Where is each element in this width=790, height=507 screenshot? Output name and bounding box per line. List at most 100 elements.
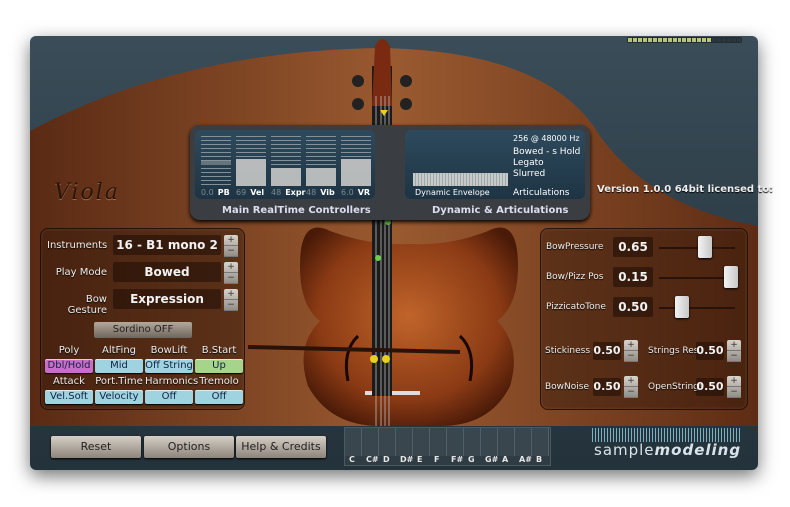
display-frame: 0.0 PB 69 Vel 48 Expr 48 Vib 6.0 VR Dynamic Envel…: [190, 125, 590, 220]
toggle-label: Port.Time: [95, 376, 143, 387]
minus-icon[interactable]: −: [624, 387, 638, 398]
note-label: G: [468, 455, 475, 464]
cpu-meter-segment: [667, 38, 672, 42]
cpu-meter-segment: [692, 38, 697, 42]
meter-fill: [236, 158, 266, 186]
stepper-value: 0.50: [696, 342, 724, 360]
minus-icon[interactable]: −: [224, 246, 238, 257]
left-controls-panel: Instruments 16 - B1 mono 2 + − Play Mode Bowe…: [40, 228, 245, 410]
note-label: B: [536, 455, 543, 464]
instrument-title: Viola: [54, 180, 120, 205]
help-credits-button[interactable]: Help & Credits: [236, 436, 326, 458]
cpu-meter-segment: [677, 38, 682, 42]
keyswitch-key[interactable]: [515, 428, 532, 456]
note-label: E: [417, 455, 423, 464]
meter-fill: [271, 167, 301, 186]
meter-value: 69: [236, 188, 247, 197]
cpu-meter-segment: [702, 38, 707, 42]
minus-icon[interactable]: −: [727, 351, 741, 362]
playmode-stepper[interactable]: + −: [224, 262, 238, 284]
toggle-poly[interactable]: Dbl/Hold: [45, 359, 93, 373]
stepper-label: BowNoise: [545, 382, 590, 392]
minus-icon[interactable]: −: [727, 387, 741, 398]
sordino-button[interactable]: Sordino OFF: [94, 322, 192, 338]
keyswitch-key[interactable]: [481, 428, 498, 456]
cpu-meter-segment: [642, 38, 647, 42]
right-controls-panel: BowPressure 0.65 Bow/Pizz Pos 0.15 Pizzicato…: [540, 228, 748, 410]
dynamic-envelope-label: Dynamic Envelope: [415, 188, 490, 197]
stepper-bownoise[interactable]: + −: [624, 376, 638, 398]
meter-fill: [306, 167, 336, 186]
bowgesture-stepper[interactable]: + −: [224, 289, 238, 311]
toggle-bstart[interactable]: Up: [195, 359, 243, 373]
instruments-stepper[interactable]: + −: [224, 235, 238, 257]
toggle-label: Poly: [58, 345, 80, 356]
keyswitch-key[interactable]: [464, 428, 481, 456]
cpu-meter-segment: [717, 38, 722, 42]
plus-icon[interactable]: +: [224, 289, 238, 300]
meter-value: 48: [306, 188, 317, 197]
keyswitch-key[interactable]: [396, 428, 413, 456]
playmode-value: Bowed: [113, 262, 221, 282]
minus-icon[interactable]: −: [624, 351, 638, 362]
meter-label: 48 Expr: [271, 188, 305, 197]
toggle-tremolo[interactable]: Off: [195, 390, 243, 404]
minus-icon[interactable]: −: [224, 273, 238, 284]
articulation-item: Legato: [513, 158, 544, 168]
plus-icon[interactable]: +: [624, 376, 638, 387]
meter-label: 69 Vel: [236, 188, 264, 197]
cpu-meter-segment: [736, 38, 741, 42]
meter-value: 0.0: [201, 188, 214, 197]
meter-vib: [306, 136, 336, 186]
stepper-value: 0.50: [593, 342, 621, 360]
logo-text-sample: sample: [594, 441, 655, 459]
slider-label: Bow/Pizz Pos: [546, 272, 604, 282]
slider-track[interactable]: [659, 307, 735, 309]
stepper-value: 0.50: [696, 378, 724, 396]
slider-knob[interactable]: [724, 266, 739, 288]
toggle-harmonics[interactable]: Off: [145, 390, 193, 404]
plus-icon[interactable]: +: [224, 235, 238, 246]
slider-label: PizzicatoTone: [546, 302, 606, 312]
toggle-porttime[interactable]: Velocity: [95, 390, 143, 404]
note-label: F#: [451, 455, 464, 464]
toggle-attack[interactable]: Vel.Soft: [45, 390, 93, 404]
meter-vel: [236, 136, 266, 186]
keyswitch-key[interactable]: [498, 428, 515, 456]
keyswitch-keyboard: C C# D D# E F F# G G# A A# B: [344, 427, 551, 466]
bowgesture-value: Expression: [113, 289, 221, 309]
reset-button[interactable]: Reset: [51, 436, 141, 458]
plus-icon[interactable]: +: [224, 262, 238, 273]
keyswitch-key[interactable]: [447, 428, 464, 456]
keyswitch-key[interactable]: [532, 428, 549, 456]
stepper-stringsres[interactable]: + −: [727, 340, 741, 362]
keyswitch-key[interactable]: [379, 428, 396, 456]
toggle-bowlift[interactable]: Off String: [145, 359, 193, 373]
options-button[interactable]: Options: [144, 436, 234, 458]
toggle-altfing[interactable]: Mid: [95, 359, 143, 373]
keyswitch-key[interactable]: [362, 428, 379, 456]
stepper-openstrings[interactable]: + −: [727, 376, 741, 398]
plus-icon[interactable]: +: [727, 340, 741, 351]
meter-name: VR: [357, 188, 371, 197]
keyswitch-key[interactable]: [345, 428, 362, 456]
note-label: C: [349, 455, 355, 464]
note-label: F: [434, 455, 440, 464]
cpu-meter-segment: [697, 38, 702, 42]
note-label: D: [383, 455, 390, 464]
meter-name: Vel: [250, 188, 265, 197]
slider-knob[interactable]: [697, 236, 712, 258]
keyswitch-key[interactable]: [430, 428, 447, 456]
note-label: A#: [519, 455, 532, 464]
note-label: A: [502, 455, 509, 464]
slider-knob[interactable]: [674, 296, 689, 318]
plus-icon[interactable]: +: [727, 376, 741, 387]
stepper-stickiness[interactable]: + −: [624, 340, 638, 362]
slider-label: BowPressure: [546, 242, 604, 252]
toggle-label: B.Start: [201, 345, 237, 356]
meter-fill: [341, 158, 371, 186]
keyswitch-key[interactable]: [413, 428, 430, 456]
logo-text-modeling: modeling: [654, 441, 742, 459]
minus-icon[interactable]: −: [224, 300, 238, 311]
plus-icon[interactable]: +: [624, 340, 638, 351]
